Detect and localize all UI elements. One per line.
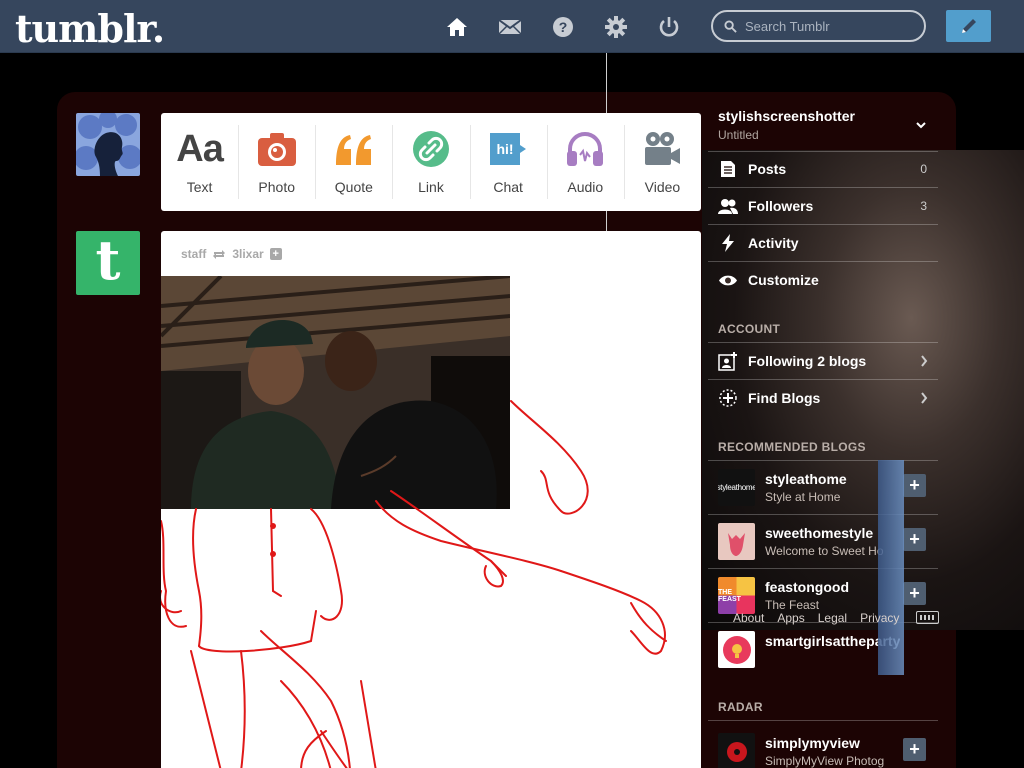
text-aa-icon: Aa bbox=[176, 127, 224, 170]
post-type-text[interactable]: Aa Text bbox=[161, 113, 238, 211]
post-type-photo[interactable]: Photo bbox=[238, 113, 315, 211]
link-icon bbox=[409, 129, 453, 169]
blog-avatar: THE FEAST bbox=[718, 577, 755, 614]
quote-icon bbox=[332, 129, 376, 169]
post-type-label: Audio bbox=[567, 179, 604, 195]
radar-blog[interactable]: simplymyview SimplyMyView Photog + bbox=[708, 725, 938, 768]
power-icon[interactable] bbox=[656, 14, 682, 40]
help-icon[interactable]: ? bbox=[550, 14, 576, 40]
followers-icon bbox=[708, 198, 748, 214]
tumblr-logo[interactable]: tumblr. bbox=[15, 6, 165, 51]
sidebar-item-label: Activity bbox=[748, 235, 799, 251]
chevron-right-icon bbox=[921, 355, 928, 367]
account-heading: ACCOUNT bbox=[718, 322, 781, 336]
post-type-label: Photo bbox=[258, 179, 295, 195]
mail-icon[interactable] bbox=[497, 14, 523, 40]
radar-heading: RADAR bbox=[718, 700, 763, 714]
follow-button[interactable]: + bbox=[903, 474, 926, 497]
sidebar-item-following[interactable]: Following 2 blogs bbox=[708, 343, 938, 379]
blog-subtitle: SimplyMyView Photog bbox=[765, 754, 885, 768]
recommended-heading: RECOMMENDED BLOGS bbox=[718, 440, 866, 454]
follow-button[interactable]: + bbox=[903, 582, 926, 605]
user-avatar[interactable] bbox=[76, 113, 140, 176]
camera-icon bbox=[255, 129, 299, 169]
activity-icon bbox=[708, 234, 748, 252]
svg-text:hi!: hi! bbox=[497, 141, 514, 157]
blog-avatar bbox=[718, 523, 755, 560]
eye-icon bbox=[708, 274, 748, 287]
post-type-label: Link bbox=[418, 179, 444, 195]
post-type-label: Text bbox=[186, 179, 213, 195]
chat-hi-icon: hi! bbox=[486, 129, 530, 169]
red-outline-drawing bbox=[161, 400, 667, 768]
search-input[interactable] bbox=[745, 17, 915, 35]
follow-button[interactable]: + bbox=[903, 738, 926, 761]
chevron-right-icon bbox=[921, 392, 928, 404]
find-blogs-icon bbox=[708, 388, 748, 408]
footer-link-about[interactable]: About bbox=[733, 611, 764, 625]
divider bbox=[708, 720, 938, 721]
background-accent-strip bbox=[878, 460, 904, 675]
search-icon bbox=[724, 20, 737, 33]
blog-avatar bbox=[718, 733, 755, 768]
dashboard-post: staff 3lixar + bbox=[161, 231, 701, 768]
compose-button[interactable] bbox=[946, 10, 991, 42]
top-navigation-bar: tumblr. ? bbox=[0, 0, 1024, 53]
sidebar-item-activity[interactable]: Activity bbox=[708, 225, 938, 261]
keyboard-shortcuts-icon[interactable] bbox=[916, 611, 939, 624]
post-type-composer: Aa Text Photo Quote Link hi! Chat Audio bbox=[161, 113, 701, 211]
footer-link-legal[interactable]: Legal bbox=[818, 611, 847, 625]
post-type-video[interactable]: Video bbox=[623, 113, 701, 211]
chevron-down-icon[interactable] bbox=[916, 121, 926, 129]
gear-icon[interactable] bbox=[603, 14, 629, 40]
post-type-audio[interactable]: Audio bbox=[546, 113, 624, 211]
followers-count: 3 bbox=[920, 199, 927, 213]
blog-name: simplymyview bbox=[765, 735, 860, 751]
search-box[interactable] bbox=[711, 10, 926, 42]
post-type-quote[interactable]: Quote bbox=[315, 113, 392, 211]
video-camera-icon bbox=[640, 129, 684, 169]
pencil-icon bbox=[961, 19, 976, 33]
follow-button[interactable]: + bbox=[903, 528, 926, 551]
sidebar-item-label: Customize bbox=[748, 272, 819, 288]
sidebar-item-customize[interactable]: Customize bbox=[708, 262, 938, 298]
footer-links: About Apps Legal Privacy bbox=[733, 611, 899, 625]
sidebar-item-label: Followers bbox=[748, 198, 814, 214]
sidebar-item-find-blogs[interactable]: Find Blogs bbox=[708, 380, 938, 416]
post-type-label: Video bbox=[644, 179, 681, 195]
account-title: Untitled bbox=[718, 128, 759, 142]
headphones-icon bbox=[563, 129, 607, 169]
post-type-link[interactable]: Link bbox=[392, 113, 469, 211]
account-switcher[interactable]: stylishscreenshotter Untitled bbox=[718, 108, 855, 142]
footer-link-apps[interactable]: Apps bbox=[777, 611, 804, 625]
sidebar-item-label: Find Blogs bbox=[748, 390, 821, 406]
sidebar-item-followers[interactable]: Followers 3 bbox=[708, 188, 938, 224]
sidebar-item-label: Following 2 blogs bbox=[748, 353, 867, 369]
svg-text:?: ? bbox=[559, 19, 568, 35]
sidebar-item-posts[interactable]: Posts 0 bbox=[708, 151, 938, 187]
post-type-label: Quote bbox=[334, 179, 373, 195]
post-type-chat[interactable]: hi! Chat bbox=[469, 113, 547, 211]
posts-count: 0 bbox=[920, 162, 927, 176]
staff-avatar[interactable]: t bbox=[76, 228, 140, 295]
posts-icon bbox=[708, 160, 748, 178]
post-type-label: Chat bbox=[493, 179, 523, 195]
blog-avatar: styleathome bbox=[718, 469, 755, 506]
home-icon[interactable] bbox=[444, 14, 470, 40]
sidebar-item-label: Posts bbox=[748, 161, 787, 177]
account-name: stylishscreenshotter bbox=[718, 108, 855, 124]
blog-avatar bbox=[718, 631, 755, 668]
footer-link-privacy[interactable]: Privacy bbox=[860, 611, 899, 625]
following-icon bbox=[708, 351, 748, 371]
tumblr-t-logo: t bbox=[95, 228, 121, 292]
